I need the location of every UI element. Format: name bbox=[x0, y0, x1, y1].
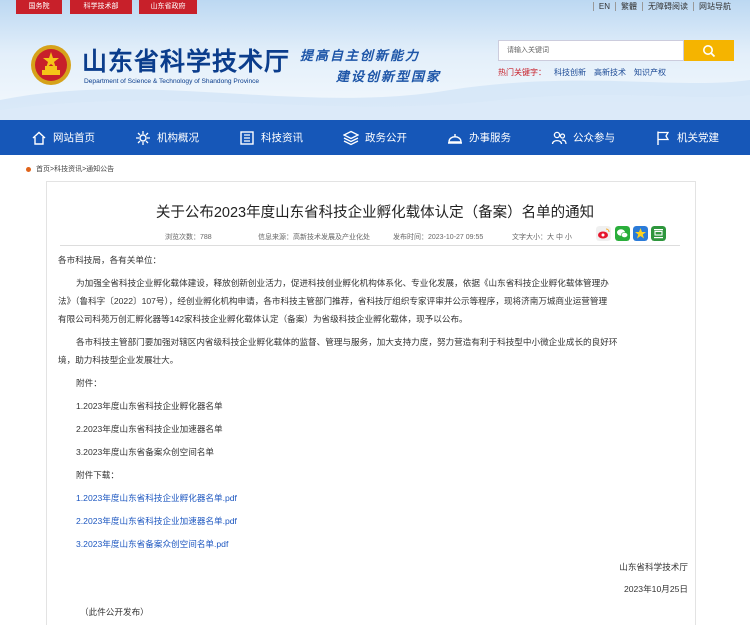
meta-divider bbox=[60, 245, 680, 246]
accessibility-link[interactable]: 无障碍阅读 bbox=[642, 2, 693, 11]
font-size-options[interactable]: 大 中 小 bbox=[547, 234, 572, 241]
info-source-label: 信息来源： bbox=[258, 234, 293, 241]
nav-item-news[interactable]: 科技资讯 bbox=[219, 120, 323, 155]
site-header: 国务院 科学技术部 山东省政府 EN 繁體 无障碍阅读 网站导航 山东省科学技术厅 D… bbox=[0, 0, 750, 120]
nav-item-label: 科技资讯 bbox=[261, 132, 303, 144]
downloads-label: 附件下载： bbox=[76, 470, 119, 480]
site-subtitle: Department of Science & Technology of Sh… bbox=[84, 78, 260, 85]
font-size-control: 文字大小：大 中 小 bbox=[512, 232, 572, 242]
nav-item-party-building[interactable]: 机关党建 bbox=[635, 120, 739, 155]
search-icon bbox=[703, 44, 716, 57]
signature: 山东省科学技术厅 bbox=[619, 562, 688, 572]
article-title: 关于公布2023年度山东省科技企业孵化载体认定（备案）名单的通知 bbox=[155, 205, 595, 221]
paragraph-2-line-2: 境，助力科技型企业发展壮大。 bbox=[58, 355, 179, 365]
wechat-share-icon[interactable] bbox=[615, 226, 630, 241]
font-size-label: 文字大小： bbox=[512, 234, 547, 241]
publish-time: 发布时间：2023-10-27 09:55 bbox=[393, 232, 483, 242]
nav-item-label: 公众参与 bbox=[573, 132, 615, 144]
nav-item-label: 网站首页 bbox=[53, 132, 95, 144]
slogan-line-1: 提高自主创新能力 bbox=[300, 49, 421, 64]
slogan-line-2: 建设创新型国家 bbox=[336, 70, 442, 85]
douban-share-icon[interactable] bbox=[651, 226, 666, 241]
hot-keyword[interactable]: 科技创新 bbox=[554, 68, 586, 77]
site-map-link[interactable]: 网站导航 bbox=[693, 2, 736, 11]
hot-keywords: 热门关键字： 科技创新 高新技术 知识产权 bbox=[498, 67, 666, 78]
nav-item-label: 政务公开 bbox=[365, 132, 407, 144]
paragraph-2-line-1: 各市科技主管部门要加强对辖区内省级科技企业孵化载体的监督、管理与服务，加大支持力… bbox=[76, 337, 618, 347]
greeting: 各市科技局，各有关单位： bbox=[58, 255, 162, 265]
topbar-link-provincial-gov[interactable]: 山东省政府 bbox=[139, 0, 197, 14]
hot-keywords-label: 热门关键字： bbox=[498, 68, 546, 77]
nav-item-organization[interactable]: 机构概况 bbox=[115, 120, 219, 155]
qzone-share-icon[interactable] bbox=[633, 226, 648, 241]
paragraph-1-line-3: 有限公司科苑万创汇孵化器等142家科技企业孵化载体认定（备案）为省级科技企业孵化… bbox=[58, 314, 468, 324]
national-emblem-icon bbox=[31, 45, 71, 85]
paragraph-1-line-1: 为加强全省科技企业孵化载体建设，释放创新创业活力，促进科技创业孵化机构体系化、专… bbox=[76, 278, 609, 288]
main-nav: 网站首页 机构概况 科技资讯 政务公开 办事服务 公众参与 机关党建 bbox=[0, 120, 750, 155]
org-icon bbox=[136, 130, 150, 145]
weibo-share-icon[interactable] bbox=[596, 226, 611, 241]
lang-en-link[interactable]: EN bbox=[592, 2, 615, 11]
service-icon bbox=[448, 133, 462, 144]
breadcrumb: 首页>科技资讯>通知公告 bbox=[26, 164, 114, 174]
nav-item-home[interactable]: 网站首页 bbox=[11, 120, 115, 155]
download-link[interactable]: 1.2023年度山东省科技企业孵化器名单.pdf bbox=[76, 489, 237, 508]
publish-time-label: 发布时间： bbox=[393, 234, 428, 241]
search-input[interactable]: 请输入关键词 bbox=[498, 40, 684, 61]
breadcrumb-path[interactable]: 首页>科技资讯>通知公告 bbox=[36, 164, 114, 174]
top-bar: 国务院 科学技术部 山东省政府 EN 繁體 无障碍阅读 网站导航 bbox=[0, 0, 750, 14]
nav-item-public-participation[interactable]: 公众参与 bbox=[531, 120, 635, 155]
topbar-link-most[interactable]: 科学技术部 bbox=[70, 0, 132, 14]
nav-item-services[interactable]: 办事服务 bbox=[427, 120, 531, 155]
footnote: （此件公开发布） bbox=[80, 607, 149, 617]
view-count-value: 788 bbox=[200, 234, 212, 241]
download-link[interactable]: 3.2023年度山东省备案众创空间名单.pdf bbox=[76, 535, 228, 554]
home-icon bbox=[32, 131, 46, 145]
nav-item-label: 机构概况 bbox=[157, 132, 199, 144]
nav-item-gov-affairs[interactable]: 政务公开 bbox=[323, 120, 427, 155]
site-title[interactable]: 山东省科学技术厅 bbox=[82, 42, 290, 78]
topbar-link-state-council[interactable]: 国务院 bbox=[16, 0, 62, 14]
view-count: 浏览次数：788 bbox=[165, 232, 212, 242]
attachments-label: 附件： bbox=[76, 378, 102, 388]
breadcrumb-dot-icon bbox=[26, 166, 31, 172]
info-source: 信息来源：高新技术发展及产业化处 bbox=[258, 232, 370, 242]
download-link[interactable]: 2.2023年度山东省科技企业加速器名单.pdf bbox=[76, 512, 237, 531]
search-button[interactable] bbox=[684, 40, 734, 61]
info-source-value: 高新技术发展及产业化处 bbox=[293, 234, 370, 241]
publish-time-value: 2023-10-27 09:55 bbox=[428, 234, 484, 241]
hot-keyword[interactable]: 高新技术 bbox=[594, 68, 626, 77]
attachment-item: 2.2023年度山东省科技企业加速器名单 bbox=[76, 424, 223, 434]
attachment-item: 1.2023年度山东省科技企业孵化器名单 bbox=[76, 401, 223, 411]
nav-item-label: 办事服务 bbox=[469, 132, 511, 144]
topbar-right-links: EN 繁體 无障碍阅读 网站导航 bbox=[592, 0, 736, 14]
people-icon bbox=[551, 131, 567, 144]
flag-icon bbox=[657, 131, 670, 145]
view-count-label: 浏览次数： bbox=[165, 234, 200, 241]
attachment-item: 3.2023年度山东省备案众创空间名单 bbox=[76, 447, 215, 457]
layers-icon bbox=[343, 130, 359, 145]
traditional-chinese-link[interactable]: 繁體 bbox=[615, 2, 642, 11]
signature-date: 2023年10月25日 bbox=[623, 584, 688, 594]
news-icon bbox=[240, 130, 254, 145]
paragraph-1-line-2: 法》（鲁科字〔2022〕107号），经创业孵化机构申请，各市科技主管部门推荐，省… bbox=[58, 296, 608, 306]
hot-keyword[interactable]: 知识产权 bbox=[634, 68, 666, 77]
nav-item-label: 机关党建 bbox=[677, 132, 719, 144]
